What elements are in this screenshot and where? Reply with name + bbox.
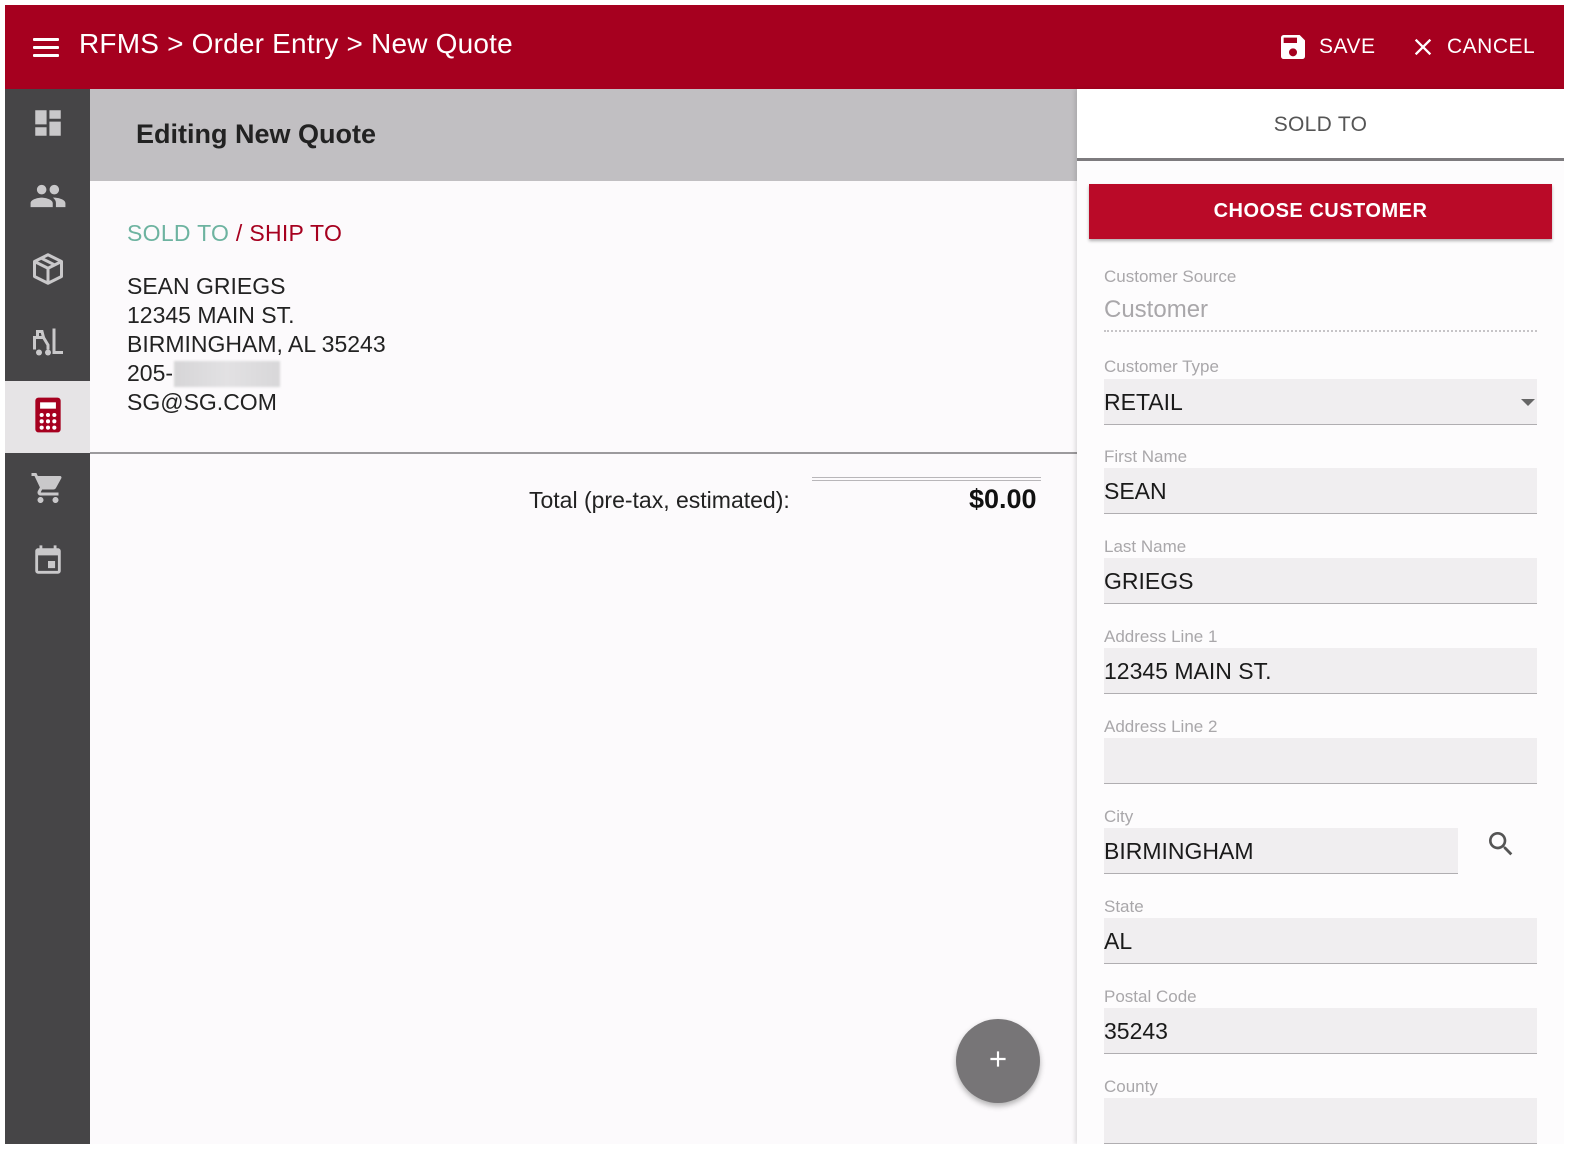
- city-input[interactable]: BIRMINGHAM: [1104, 828, 1458, 874]
- state-label: State: [1104, 897, 1144, 916]
- save-label: SAVE: [1319, 35, 1376, 58]
- address-line2-input[interactable]: [1104, 738, 1537, 784]
- address-line1-input[interactable]: 12345 MAIN ST.: [1104, 648, 1537, 694]
- sold-ship-toggle: SOLD TO / SHIP TO: [127, 220, 342, 247]
- first-name-label: First Name: [1104, 447, 1188, 466]
- page-title: Editing New Quote: [136, 119, 376, 149]
- last-name-input[interactable]: GRIEGS: [1104, 558, 1537, 604]
- cancel-button[interactable]: CANCEL: [1409, 27, 1535, 67]
- customer-phone: 205-: [127, 359, 386, 388]
- floppy-disk-icon: [1277, 31, 1309, 63]
- nav-customers[interactable]: [5, 162, 90, 234]
- main-content: Editing New Quote SOLD TO / SHIP TO SEAN…: [90, 89, 1077, 1144]
- ship-to-link[interactable]: SHIP TO: [249, 220, 342, 246]
- total-rule: [812, 477, 1041, 481]
- section-divider: [90, 452, 1077, 454]
- city-label: City: [1104, 807, 1134, 826]
- separator: /: [229, 220, 250, 246]
- nav-orders[interactable]: [5, 454, 90, 526]
- customer-type-value: RETAIL: [1104, 389, 1183, 415]
- package-icon: [30, 251, 66, 292]
- app-frame: RFMS > Order Entry > New Quote SAVE CANC…: [5, 5, 1564, 1144]
- top-app-bar: RFMS > Order Entry > New Quote SAVE CANC…: [5, 5, 1564, 89]
- county-label: County: [1104, 1077, 1158, 1096]
- breadcrumb: RFMS > Order Entry > New Quote: [79, 28, 513, 59]
- total-value: $0.00: [969, 484, 1037, 514]
- customer-source-field: Customer: [1104, 296, 1537, 332]
- customer-source-label: Customer Source: [1104, 267, 1237, 286]
- customer-city-state-zip: BIRMINGHAM, AL 35243: [127, 331, 386, 357]
- plus-icon: [985, 1046, 1011, 1077]
- cancel-label: CANCEL: [1447, 35, 1536, 58]
- dashboard-icon: [31, 106, 65, 145]
- page-header: Editing New Quote: [90, 89, 1077, 181]
- save-button[interactable]: SAVE: [1277, 27, 1375, 67]
- last-name-label: Last Name: [1104, 537, 1187, 556]
- nav-schedule[interactable]: [5, 527, 90, 599]
- state-input[interactable]: AL: [1104, 918, 1537, 964]
- customer-address-line: 12345 MAIN ST.: [127, 302, 295, 328]
- address-line1-label: Address Line 1: [1104, 627, 1218, 646]
- people-icon: [29, 177, 67, 220]
- panel-title: SOLD TO: [1273, 113, 1368, 136]
- forklift-icon: [30, 324, 66, 365]
- dropdown-arrow-icon: [1521, 399, 1535, 406]
- customer-name: SEAN GRIEGS: [127, 273, 286, 299]
- sold-to-panel: SOLD TO CHOOSE CUSTOMER Customer Source …: [1077, 89, 1564, 1144]
- choose-customer-button[interactable]: CHOOSE CUSTOMER: [1089, 184, 1552, 239]
- nav-quotes[interactable]: [5, 381, 90, 453]
- postal-code-label: Postal Code: [1104, 987, 1197, 1006]
- customer-address-block: SEAN GRIEGS 12345 MAIN ST. BIRMINGHAM, A…: [127, 272, 386, 417]
- first-name-input[interactable]: SEAN: [1104, 468, 1537, 514]
- hamburger-menu-icon[interactable]: [31, 33, 61, 61]
- redacted-phone: [174, 360, 281, 387]
- side-nav: [5, 89, 90, 1144]
- calculator-icon: [31, 396, 65, 439]
- phone-prefix: 205-: [127, 360, 174, 386]
- city-search-button[interactable]: [1481, 826, 1521, 866]
- panel-header: SOLD TO: [1077, 89, 1564, 161]
- nav-inventory[interactable]: [5, 308, 90, 380]
- close-icon: [1409, 33, 1437, 61]
- address-line2-label: Address Line 2: [1104, 717, 1218, 736]
- shopping-cart-icon: [30, 470, 66, 511]
- nav-dashboard[interactable]: [5, 89, 90, 161]
- add-line-button[interactable]: [956, 1019, 1040, 1103]
- calendar-icon: [31, 544, 65, 583]
- postal-code-input[interactable]: 35243: [1104, 1008, 1537, 1054]
- customer-email: SG@SG.COM: [127, 389, 277, 415]
- sold-to-link[interactable]: SOLD TO: [127, 220, 229, 246]
- customer-type-select[interactable]: RETAIL: [1104, 379, 1537, 425]
- county-input[interactable]: [1104, 1098, 1537, 1144]
- nav-products[interactable]: [5, 235, 90, 307]
- customer-type-label: Customer Type: [1104, 357, 1219, 376]
- search-icon: [1485, 828, 1517, 865]
- total-label: Total (pre-tax, estimated):: [529, 487, 790, 513]
